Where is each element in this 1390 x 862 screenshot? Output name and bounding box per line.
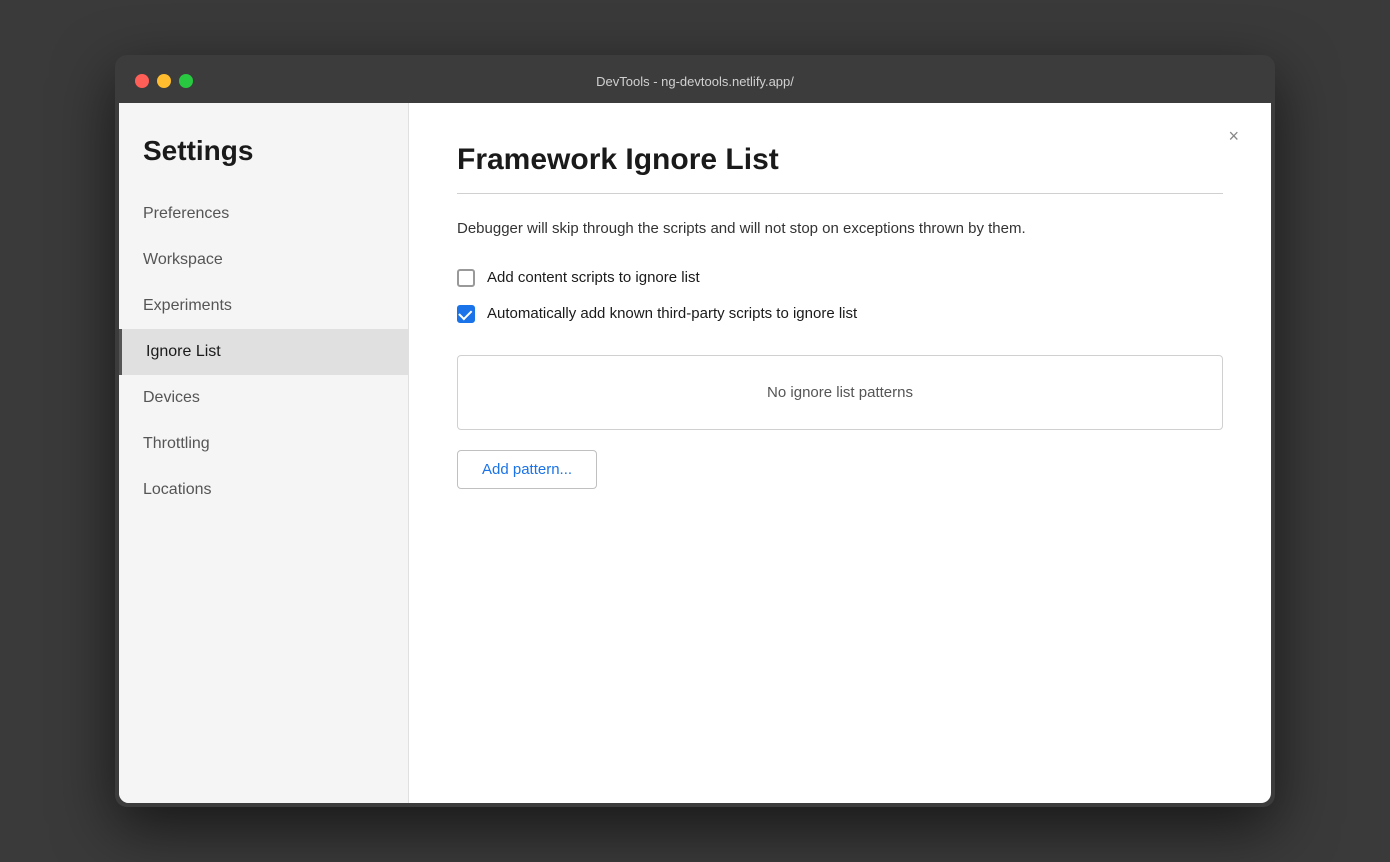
sidebar-item-locations[interactable]: Locations [119, 467, 408, 513]
add-pattern-button[interactable]: Add pattern... [457, 450, 597, 489]
window-content: Settings Preferences Workspace Experimen… [119, 103, 1271, 803]
close-dialog-button[interactable]: × [1220, 123, 1247, 149]
settings-heading: Settings [119, 135, 408, 191]
close-button[interactable] [135, 74, 149, 88]
patterns-box: No ignore list patterns [457, 355, 1223, 430]
title-bar: DevTools - ng-devtools.netlify.app/ [119, 59, 1271, 103]
sidebar-item-experiments[interactable]: Experiments [119, 283, 408, 329]
checkbox-group: Add content scripts to ignore list Autom… [457, 269, 1223, 323]
checkbox-row-third-party[interactable]: Automatically add known third-party scri… [457, 305, 1223, 323]
minimize-button[interactable] [157, 74, 171, 88]
page-title: Framework Ignore List [457, 143, 1223, 177]
checkbox-third-party[interactable] [457, 305, 475, 323]
maximize-button[interactable] [179, 74, 193, 88]
checkbox-content-scripts[interactable] [457, 269, 475, 287]
window-title: DevTools - ng-devtools.netlify.app/ [596, 74, 794, 89]
patterns-empty-label: No ignore list patterns [767, 384, 913, 401]
checkbox-row-content-scripts[interactable]: Add content scripts to ignore list [457, 269, 1223, 287]
traffic-lights [135, 74, 193, 88]
sidebar-item-ignore-list[interactable]: Ignore List [119, 329, 408, 375]
sidebar-item-devices[interactable]: Devices [119, 375, 408, 421]
checkbox-label-third-party: Automatically add known third-party scri… [487, 305, 857, 322]
sidebar-item-throttling[interactable]: Throttling [119, 421, 408, 467]
main-panel: × Framework Ignore List Debugger will sk… [409, 103, 1271, 803]
sidebar: Settings Preferences Workspace Experimen… [119, 103, 409, 803]
window: DevTools - ng-devtools.netlify.app/ Sett… [115, 55, 1275, 807]
title-divider [457, 193, 1223, 194]
sidebar-item-workspace[interactable]: Workspace [119, 237, 408, 283]
sidebar-item-preferences[interactable]: Preferences [119, 191, 408, 237]
description-text: Debugger will skip through the scripts a… [457, 218, 1157, 241]
checkbox-label-content-scripts: Add content scripts to ignore list [487, 269, 700, 286]
